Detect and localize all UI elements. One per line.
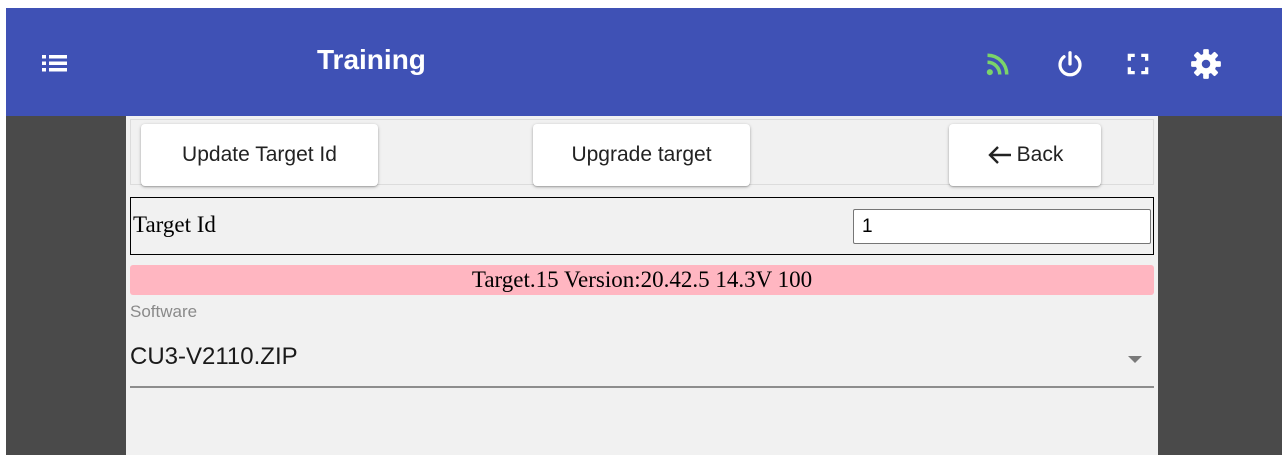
- settings-button[interactable]: [1188, 46, 1224, 82]
- update-target-id-button[interactable]: Update Target Id: [141, 124, 378, 186]
- back-label: Back: [1016, 143, 1064, 166]
- rss-feed-button[interactable]: [980, 46, 1016, 82]
- upgrade-target-label: Upgrade target: [571, 143, 712, 166]
- target-status-bar: Target.15 Version:20.42.5 14.3V 100: [130, 265, 1154, 295]
- page-title: Training: [317, 44, 426, 75]
- dropdown-arrow-icon: [1128, 356, 1142, 363]
- menu-button[interactable]: [40, 48, 70, 78]
- back-button[interactable]: Back: [949, 124, 1101, 186]
- target-id-label: Target Id: [133, 212, 216, 237]
- upgrade-target-button[interactable]: Upgrade target: [533, 124, 750, 186]
- arrow-left-icon: [987, 146, 1011, 164]
- fullscreen-button[interactable]: [1120, 46, 1156, 82]
- software-select[interactable]: CU3-V2110.ZIP: [130, 330, 1154, 388]
- software-selected-value: CU3-V2110.ZIP: [130, 343, 298, 370]
- list-icon: [42, 55, 67, 72]
- app-frame: Training Update Target Id Upgrade target…: [6, 8, 1282, 455]
- software-label: Software: [130, 302, 198, 321]
- update-target-id-label: Update Target Id: [182, 143, 337, 166]
- rss-feed-icon: [986, 53, 1009, 76]
- power-icon: [1058, 51, 1082, 77]
- target-id-row: Target Id: [130, 197, 1154, 255]
- gear-icon: [1191, 49, 1221, 79]
- target-id-input[interactable]: [853, 209, 1151, 244]
- button-bar: Update Target Id Upgrade target Back: [130, 119, 1154, 186]
- power-button[interactable]: [1052, 46, 1088, 82]
- app-bar: Training: [6, 8, 1282, 116]
- main-panel: Update Target Id Upgrade target Back Tar…: [126, 116, 1158, 455]
- fullscreen-icon: [1127, 53, 1149, 75]
